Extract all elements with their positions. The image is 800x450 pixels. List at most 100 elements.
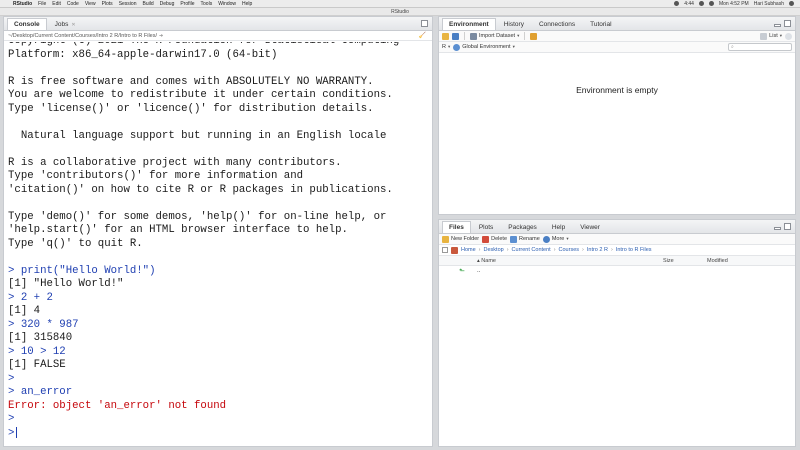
tab-plots[interactable]: Plots [472, 221, 500, 233]
column-name[interactable]: ▴ Name [477, 258, 663, 264]
list-view-label: List [769, 33, 778, 39]
save-icon[interactable] [452, 32, 459, 40]
breadcrumb-separator: › [610, 247, 613, 253]
language-select[interactable]: R ▾ [442, 44, 450, 50]
home-icon[interactable] [451, 246, 458, 254]
tab-help[interactable]: Help [545, 221, 572, 233]
maximize-pane-icon[interactable] [421, 20, 428, 27]
tab-jobs[interactable]: Jobs ✕ [48, 18, 83, 30]
menu-code[interactable]: Code [67, 1, 79, 7]
console-prompt[interactable]: > [8, 426, 428, 441]
maximize-pane-icon[interactable] [784, 223, 791, 230]
tab-files[interactable]: Files [442, 221, 471, 233]
console-output-line: Type 'demo()' for some demos, 'help()' f… [8, 210, 387, 223]
clear-console-icon[interactable]: 🧹 [419, 31, 426, 41]
tab-environment[interactable]: Environment [442, 18, 496, 30]
parent-folder-link[interactable]: .. [477, 268, 480, 274]
close-icon[interactable]: ✕ [71, 22, 75, 28]
globe-icon [453, 43, 461, 51]
table-row[interactable]: ⬑ .. [439, 266, 795, 276]
maximize-pane-icon[interactable] [784, 20, 791, 27]
menu-debug[interactable]: Debug [160, 1, 175, 7]
refresh-icon[interactable] [785, 32, 792, 40]
menu-build[interactable]: Build [142, 1, 153, 7]
gear-icon [542, 235, 550, 243]
wifi-icon[interactable] [698, 1, 704, 6]
delete-button[interactable]: Delete [482, 235, 508, 243]
record-icon[interactable] [674, 1, 680, 6]
text-cursor [16, 426, 18, 438]
clock[interactable]: Mon 4:52 PM [719, 1, 749, 7]
pane-controls [421, 20, 428, 27]
breadcrumb-home[interactable]: Home [461, 247, 476, 253]
new-folder-button[interactable]: New Folder [442, 235, 480, 243]
user-name[interactable]: Hari Subhash [754, 1, 784, 7]
menu-tools[interactable]: Tools [201, 1, 213, 7]
console-command: > 10 > 12 [8, 345, 66, 358]
tab-environment-label: Environment [449, 21, 489, 28]
tab-connections[interactable]: Connections [532, 18, 582, 30]
files-tabbar: Files Plots Packages Help Viewer [439, 220, 795, 234]
delete-label: Delete [491, 236, 508, 242]
select-all-checkbox[interactable] [442, 247, 448, 253]
more-label: More [551, 236, 565, 242]
menu-help[interactable]: Help [242, 1, 252, 7]
battery-icon[interactable] [708, 1, 714, 6]
import-dataset-button[interactable]: Import Dataset ▾ [470, 32, 520, 40]
new-folder-label: New Folder [451, 236, 480, 242]
menu-plots[interactable]: Plots [102, 1, 113, 7]
menu-profile[interactable]: Profile [180, 1, 194, 7]
breadcrumb-intro-2-r[interactable]: Intro 2 R [587, 247, 608, 253]
tab-viewer[interactable]: Viewer [573, 221, 607, 233]
breadcrumb-intro-to-r-files[interactable]: Intro to R Files [616, 247, 652, 253]
menu-window[interactable]: Window [218, 1, 236, 7]
minimize-pane-icon[interactable] [774, 227, 781, 230]
tab-files-label: Files [449, 224, 464, 231]
environment-search-input[interactable]: ⌕ [728, 43, 792, 51]
console-output[interactable]: Copyright (C) 2021 The R Foundation for … [4, 42, 432, 446]
prompt-symbol: > [8, 426, 15, 439]
breadcrumb-desktop[interactable]: Desktop [484, 247, 504, 253]
apple-icon[interactable] [3, 1, 9, 7]
chevron-down-icon: ▾ [512, 44, 515, 49]
minimize-pane-icon[interactable] [774, 24, 781, 27]
console-output-line: [1] "Hello World!" [8, 278, 124, 290]
tab-history[interactable]: History [497, 18, 531, 30]
chevron-down-icon: ▾ [779, 33, 782, 38]
tab-history-label: History [503, 21, 524, 28]
menu-edit[interactable]: Edit [52, 1, 61, 7]
delete-icon [482, 235, 490, 243]
tab-help-label: Help [551, 224, 566, 231]
console-error: Error: object 'an_error' not found [8, 399, 227, 412]
files-toolbar: New Folder Delete Rename More ▾ [439, 234, 795, 245]
menu-bar: RStudio File Edit Code View Plots Sessio… [0, 0, 800, 8]
menu-file[interactable]: File [38, 1, 46, 7]
console-output-line: Type 'q()' to quit R. [8, 237, 143, 250]
tab-tutorial[interactable]: Tutorial [583, 18, 618, 30]
list-view-button[interactable]: List ▾ [760, 32, 782, 40]
rename-button[interactable]: Rename [510, 235, 540, 243]
menu-session[interactable]: Session [119, 1, 137, 7]
breadcrumb-current-content[interactable]: Current Content [512, 247, 551, 253]
app-menu[interactable]: RStudio [13, 1, 32, 7]
table-icon [470, 32, 477, 40]
menu-view[interactable]: View [85, 1, 96, 7]
more-button[interactable]: More ▾ [542, 235, 569, 243]
tab-packages[interactable]: Packages [501, 221, 544, 233]
column-modified[interactable]: Modified [707, 258, 728, 264]
tab-console[interactable]: Console [7, 18, 47, 30]
environment-select[interactable]: Global Environment ▾ [453, 43, 515, 51]
refresh-icon[interactable] [785, 236, 792, 243]
console-output-line: R is a collaborative project with many c… [8, 156, 342, 169]
broom-icon[interactable] [530, 32, 538, 40]
column-size[interactable]: Size [663, 258, 707, 264]
search-icon[interactable] [789, 1, 794, 6]
chevron-down-icon: ▾ [517, 33, 520, 38]
breadcrumb-courses[interactable]: Courses [559, 247, 579, 253]
open-folder-icon[interactable] [442, 32, 449, 40]
go-to-directory-icon[interactable]: ➜ [159, 31, 163, 41]
working-directory[interactable]: ~/Desktop/Current Content/Courses/Intro … [8, 31, 157, 41]
